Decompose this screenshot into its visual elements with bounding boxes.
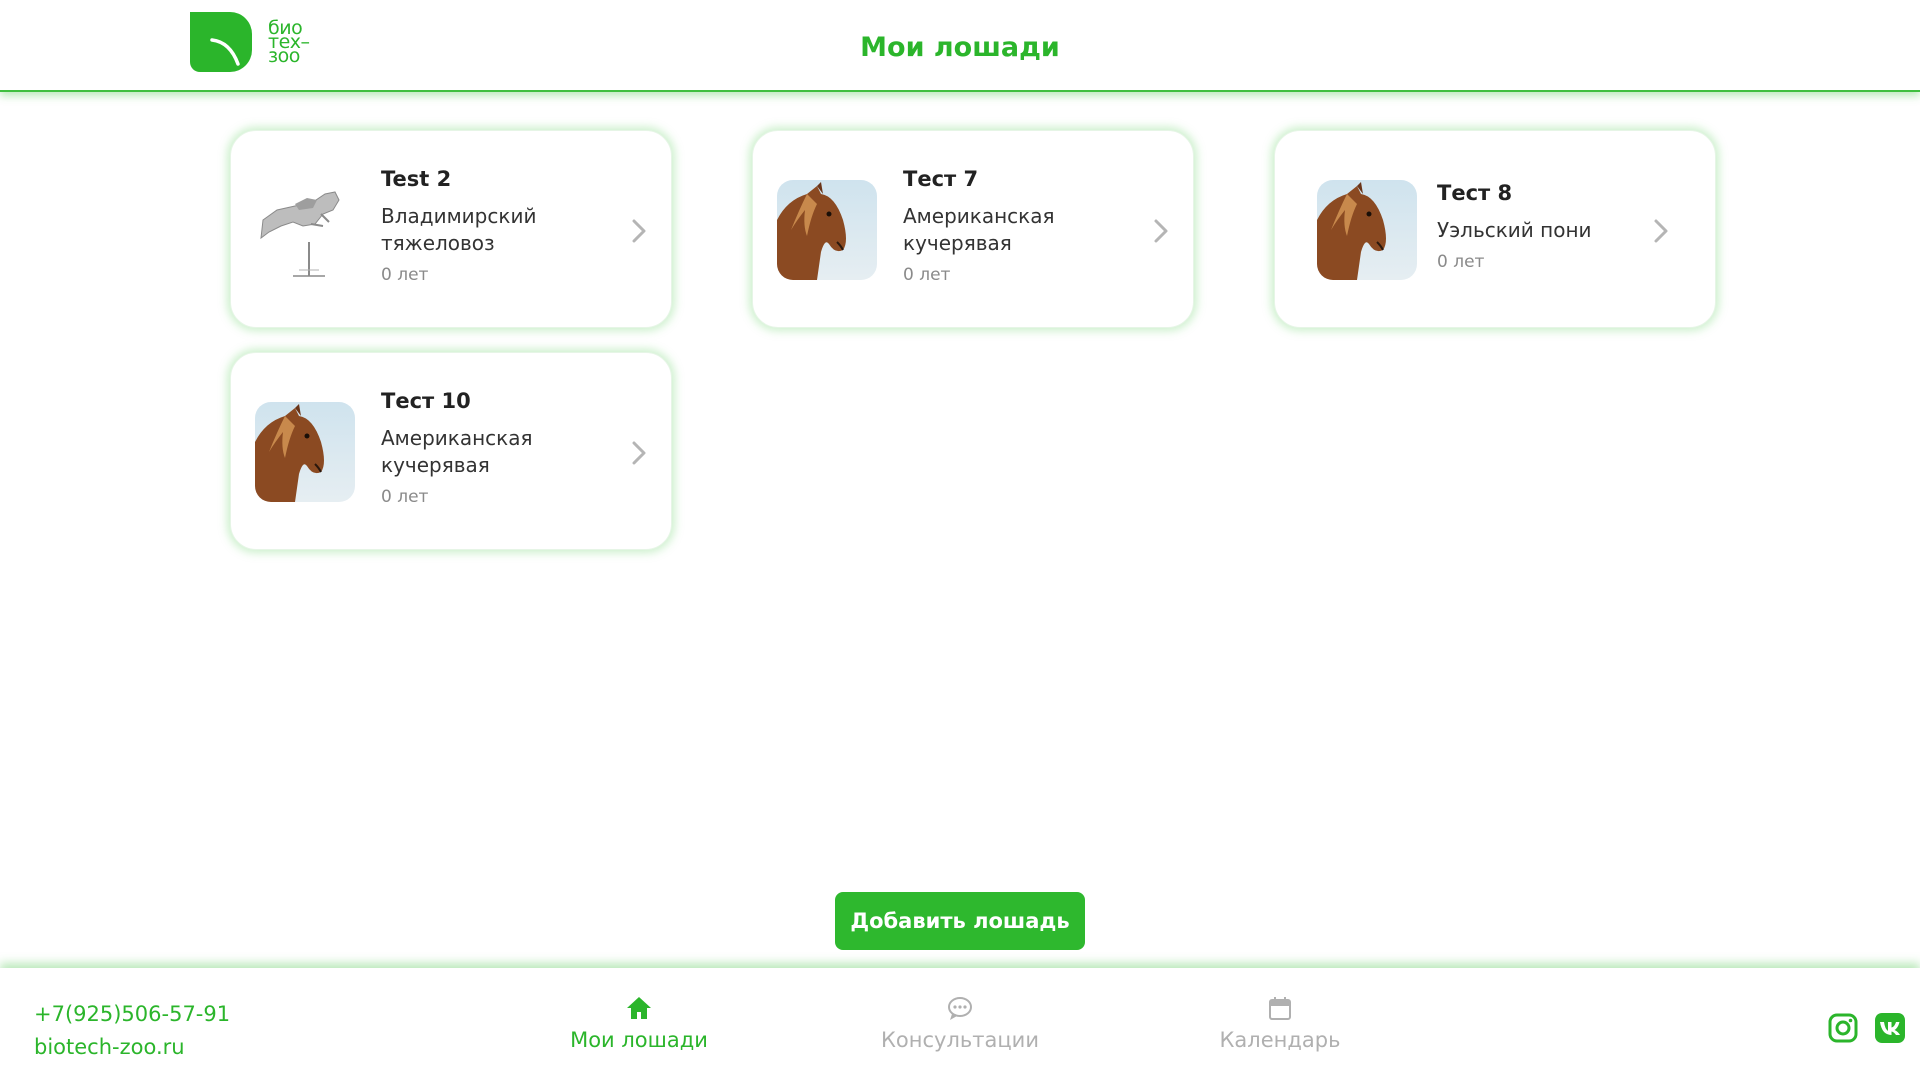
instagram-icon[interactable] <box>1827 1012 1859 1044</box>
horse-age: 0 лет <box>381 265 429 285</box>
chevron-right-icon <box>632 219 646 243</box>
website-link[interactable]: biotech-zoo.ru <box>34 1031 230 1064</box>
horse-name: Test 2 <box>381 167 452 191</box>
horse-breed: Владимирский тяжеловоз <box>381 204 537 255</box>
horse-card[interactable]: Тест 10 Американская кучерявая 0 лет <box>230 352 672 550</box>
horse-breed: Уэльский пони <box>1437 218 1592 242</box>
horse-photo <box>255 402 355 502</box>
home-icon <box>627 997 651 1019</box>
contacts: +7(925)506-57-91 biotech-zoo.ru <box>34 998 230 1064</box>
chevron-right-icon <box>632 441 646 465</box>
chat-icon <box>948 997 972 1020</box>
calendar-icon <box>1269 997 1291 1020</box>
chevron-right-icon <box>1154 219 1168 243</box>
horse-thumbnail <box>1317 180 1417 280</box>
horse-age: 0 лет <box>381 487 429 507</box>
horse-thumbnail <box>255 402 355 502</box>
nav-label: Календарь <box>1219 1028 1341 1052</box>
horse-breed: Американская кучерявая <box>381 426 533 477</box>
horse-name: Тест 8 <box>1437 181 1513 205</box>
chevron-right-icon <box>1654 219 1668 243</box>
horse-info: Тест 10 Американская кучерявая 0 лет <box>381 389 621 507</box>
horse-thumbnail <box>777 180 877 280</box>
add-horse-button[interactable]: Добавить лошадь <box>835 892 1085 950</box>
horse-name: Тест 10 <box>381 389 471 413</box>
horse-info: Тест 7 Американская кучерявая 0 лет <box>903 167 1143 285</box>
app-root: био тех– зоо Мои лошади Test 2 Владимирс… <box>0 0 1920 1080</box>
footer: +7(925)506-57-91 biotech-zoo.ru Мои лоша… <box>0 968 1920 1080</box>
horse-thumbnail <box>255 180 355 280</box>
vk-icon[interactable] <box>1874 1012 1906 1044</box>
horse-info: Тест 8 Уэльский пони 0 лет <box>1437 181 1677 272</box>
nav-consultations[interactable]: Консультации <box>850 994 1070 1052</box>
horse-card[interactable]: Тест 7 Американская кучерявая 0 лет <box>752 130 1194 328</box>
jumping-horse-illustration <box>255 180 355 280</box>
phone-link[interactable]: +7(925)506-57-91 <box>34 998 230 1031</box>
nav-label: Консультации <box>881 1028 1039 1052</box>
horse-name: Тест 7 <box>903 167 979 191</box>
page-title: Мои лошади <box>860 32 1060 63</box>
nav-label: Мои лошади <box>570 1028 708 1052</box>
horse-photo <box>777 180 877 280</box>
horse-photo <box>1317 180 1417 280</box>
horse-card[interactable]: Test 2 Владимирский тяжеловоз 0 лет <box>230 130 672 328</box>
horse-info: Test 2 Владимирский тяжеловоз 0 лет <box>381 167 621 285</box>
horse-breed: Американская кучерявая <box>903 204 1055 255</box>
nav-calendar[interactable]: Календарь <box>1170 994 1390 1052</box>
nav-my-horses[interactable]: Мои лошади <box>529 994 749 1052</box>
horse-age: 0 лет <box>903 265 951 285</box>
horse-card[interactable]: Тест 8 Уэльский пони 0 лет <box>1274 130 1716 328</box>
header: био тех– зоо Мои лошади <box>0 0 1920 92</box>
horse-age: 0 лет <box>1437 252 1485 272</box>
